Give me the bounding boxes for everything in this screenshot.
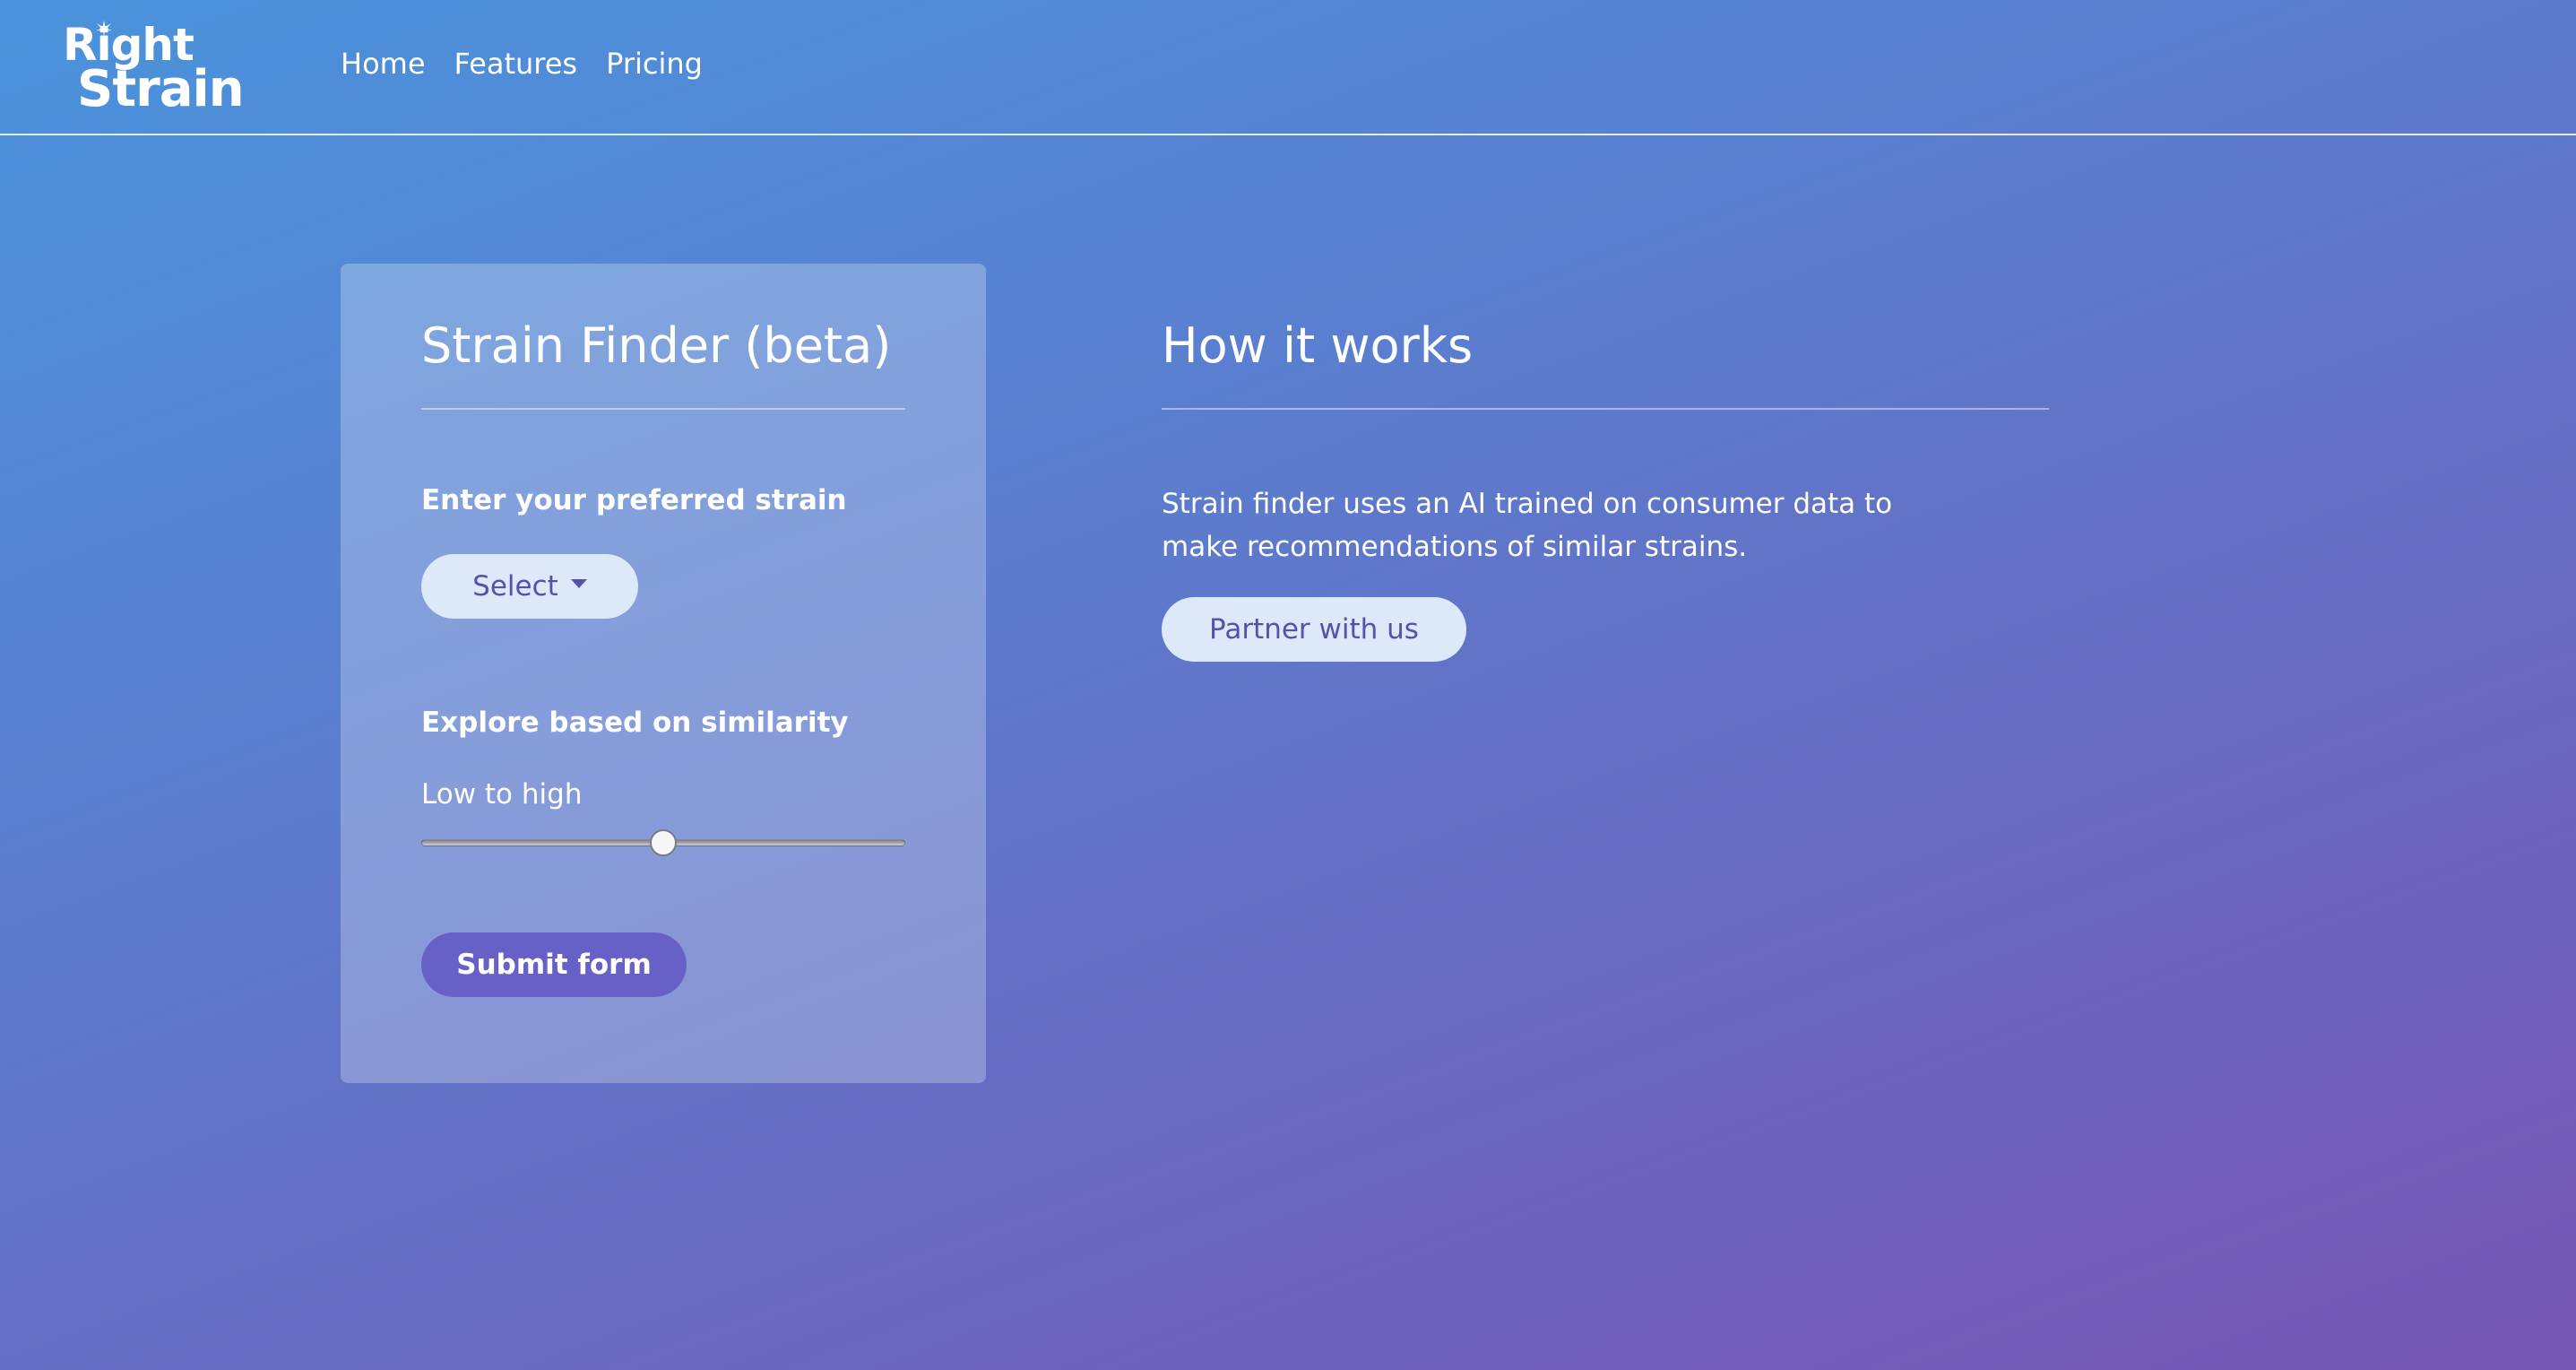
- section-divider: [1162, 408, 2049, 410]
- how-it-works-title: How it works: [1162, 317, 1474, 374]
- range-caption: Low to high: [421, 778, 583, 811]
- top-navbar: Right Strain Home Features Pricing: [0, 0, 2576, 135]
- submit-form-button[interactable]: Submit form: [421, 932, 687, 997]
- similarity-slider[interactable]: [421, 829, 905, 856]
- select-button-label: Select: [472, 570, 558, 603]
- card-divider: [421, 408, 905, 410]
- similarity-label: Explore based on similarity: [421, 707, 849, 739]
- nav-features-link[interactable]: Features: [454, 47, 578, 81]
- logo-text-strain: Strain: [77, 60, 245, 118]
- strain-select-dropdown[interactable]: Select: [421, 554, 638, 619]
- caret-down-icon: [570, 579, 587, 588]
- strain-finder-title: Strain Finder (beta): [421, 317, 892, 374]
- nav-pricing-link[interactable]: Pricing: [606, 47, 703, 81]
- strain-finder-card: Strain Finder (beta) Enter your preferre…: [341, 264, 986, 1083]
- brand-logo[interactable]: Right Strain: [61, 20, 245, 118]
- main-nav: Home Features Pricing: [341, 47, 703, 81]
- leaf-icon: [96, 21, 112, 37]
- slider-thumb[interactable]: [650, 829, 677, 856]
- preferred-strain-label: Enter your preferred strain: [421, 484, 847, 516]
- partner-with-us-button[interactable]: Partner with us: [1162, 597, 1466, 662]
- nav-home-link[interactable]: Home: [341, 47, 426, 81]
- how-it-works-description: Strain finder uses an AI trained on cons…: [1162, 488, 1893, 563]
